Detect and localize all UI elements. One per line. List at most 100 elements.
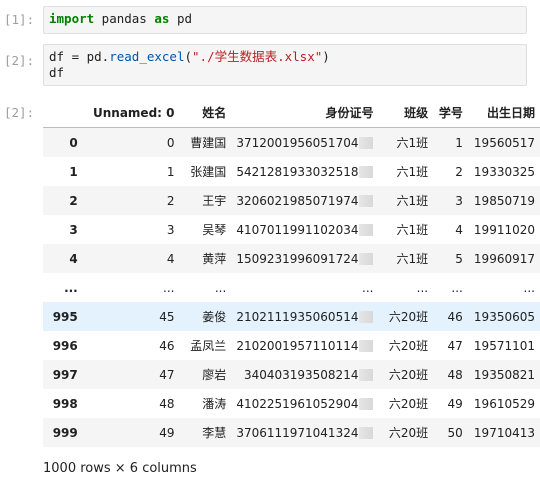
table-cell: ... (163, 280, 175, 295)
table-cell: 曹建国 (190, 136, 227, 150)
row-index: 997 (52, 367, 78, 382)
id-number-text: 340403193508214 (243, 367, 359, 382)
row-index: ... (64, 280, 78, 295)
table-cell: 2102111935060514 (231, 302, 378, 331)
row-index: 999 (52, 425, 78, 440)
table-cell: 3 (455, 193, 463, 208)
code-text: pandas (94, 11, 155, 26)
row-index: 2 (69, 193, 78, 208)
table-row: 2 2 王宇 3206021985071974 六1班 3 19850719 (43, 186, 540, 215)
table-cell: 姜俊 (202, 310, 227, 324)
table-cell: 49 (159, 425, 175, 440)
id-number-text: 3206021985071974 (236, 193, 359, 208)
table-cell: 48 (159, 396, 175, 411)
table-cell: 19330325 (473, 164, 535, 179)
cell-prompt: [2]: (4, 53, 35, 68)
table-cell: 廖岩 (202, 368, 227, 382)
table-cell: 3712001956051704 (231, 128, 378, 158)
table-cell: 4 (455, 222, 463, 237)
id-number-text: 1509231996091724 (236, 251, 359, 266)
table-cell: 孟凤兰 (190, 339, 227, 353)
redaction-blur (359, 253, 374, 265)
table-cell: 3 (166, 222, 175, 237)
table-cell: 张建国 (190, 165, 227, 179)
redaction-blur (359, 398, 374, 410)
redaction-blur (359, 137, 374, 149)
table-cell: 六1班 (396, 136, 429, 150)
table-cell: 六1班 (396, 252, 429, 266)
code-line: import pandas as pd (49, 11, 521, 27)
row-index: 0 (69, 135, 78, 150)
code-editor[interactable]: df = pd.read_excel("./学生数据表.xlsx") df (43, 44, 527, 86)
table-row: 995 45 姜俊 2102111935060514 六20班 46 19350605 (43, 302, 540, 331)
table-cell: 六1班 (396, 223, 429, 237)
table-cell: 46 (159, 338, 175, 353)
table-cell: 19960917 (473, 251, 535, 266)
table-cell: 六20班 (388, 397, 429, 411)
table-cell: 19560517 (473, 135, 535, 150)
table-cell: 1 (455, 135, 463, 150)
table-body: 0 0 曹建国 3712001956051704 六1班 1 19560517 1 1 张建国 54… (43, 127, 540, 447)
table-header-row: Unnamed: 0 姓名 身份证号 班级 学号 出生日期 (43, 98, 540, 128)
column-header: 班级 (378, 98, 434, 128)
column-header (43, 98, 83, 128)
function-name: read_excel (109, 49, 185, 64)
row-index: 996 (52, 338, 78, 353)
table-cell: 王宇 (202, 194, 227, 208)
output-prompt: [2]: (4, 105, 35, 120)
table-cell: 47 (159, 367, 175, 382)
code-text: pd (169, 11, 193, 26)
code-line: df (49, 65, 65, 80)
table-cell: 六1班 (396, 165, 429, 179)
table-cell: 六20班 (388, 368, 429, 382)
row-index: 995 (52, 309, 78, 324)
column-header: 出生日期 (467, 98, 540, 128)
table-row: 3 3 吴琴 4107011991102034 六1班 4 19911020 (43, 215, 540, 244)
table-cell: 340403193508214 (231, 360, 378, 389)
column-header: 学号 (433, 98, 468, 128)
table-cell: 47 (447, 338, 463, 353)
id-number-text: 2102001957110114 (236, 338, 359, 353)
column-header: 身份证号 (231, 98, 379, 128)
code-editor[interactable]: import pandas as pd (43, 6, 527, 34)
row-index: 998 (52, 396, 78, 411)
id-number-text: 3712001956051704 (236, 135, 359, 150)
table-cell: 19610529 (473, 396, 535, 411)
table-cell: 潘涛 (202, 397, 227, 411)
table-cell: ... (416, 280, 429, 295)
table-cell: ... (523, 280, 535, 295)
table-cell: 2 (166, 193, 175, 208)
code-text: ( (184, 49, 193, 64)
table-cell: 1509231996091724 (231, 244, 378, 273)
table-row: 999 49 李慧 3706111971041324 六20班 50 19710413 (43, 418, 540, 447)
table-cell: 4 (166, 251, 175, 266)
keyword: import (49, 11, 95, 26)
table-cell: 49 (447, 396, 463, 411)
table-row: 998 48 潘涛 4102251961052904 六20班 49 19610529 (43, 389, 540, 418)
redaction-blur (359, 195, 374, 207)
table-cell: 2 (455, 164, 463, 179)
table-cell: 李慧 (202, 426, 227, 440)
table-cell: 0 (166, 135, 175, 150)
redaction-blur (359, 224, 374, 236)
table-cell: 六1班 (396, 194, 429, 208)
row-index: 4 (69, 251, 78, 266)
table-cell: 19350821 (473, 367, 535, 382)
code-text: ) (322, 49, 330, 64)
table-cell: 1 (166, 164, 175, 179)
table-cell: 46 (447, 309, 463, 324)
table-cell: 5 (455, 251, 463, 266)
table-row: 4 4 黄萍 1509231996091724 六1班 5 19960917 (43, 244, 540, 273)
code-text: df = pd. (49, 49, 110, 64)
table-cell: ... (362, 280, 374, 295)
table-row: ..................... (43, 273, 540, 302)
dataframe-table: Unnamed: 0 姓名 身份证号 班级 学号 出生日期 0 0 曹建国 3712001956… (43, 98, 540, 447)
redaction-blur (359, 427, 374, 439)
table-cell: 5421281933032518 (231, 157, 378, 186)
redaction-blur (359, 340, 374, 352)
table-cell: 4107011991102034 (231, 215, 378, 244)
table-cell: 45 (159, 309, 175, 324)
table-cell: 吴琴 (202, 223, 227, 237)
table-cell: 六20班 (388, 339, 429, 353)
table-cell: 19911020 (473, 222, 535, 237)
